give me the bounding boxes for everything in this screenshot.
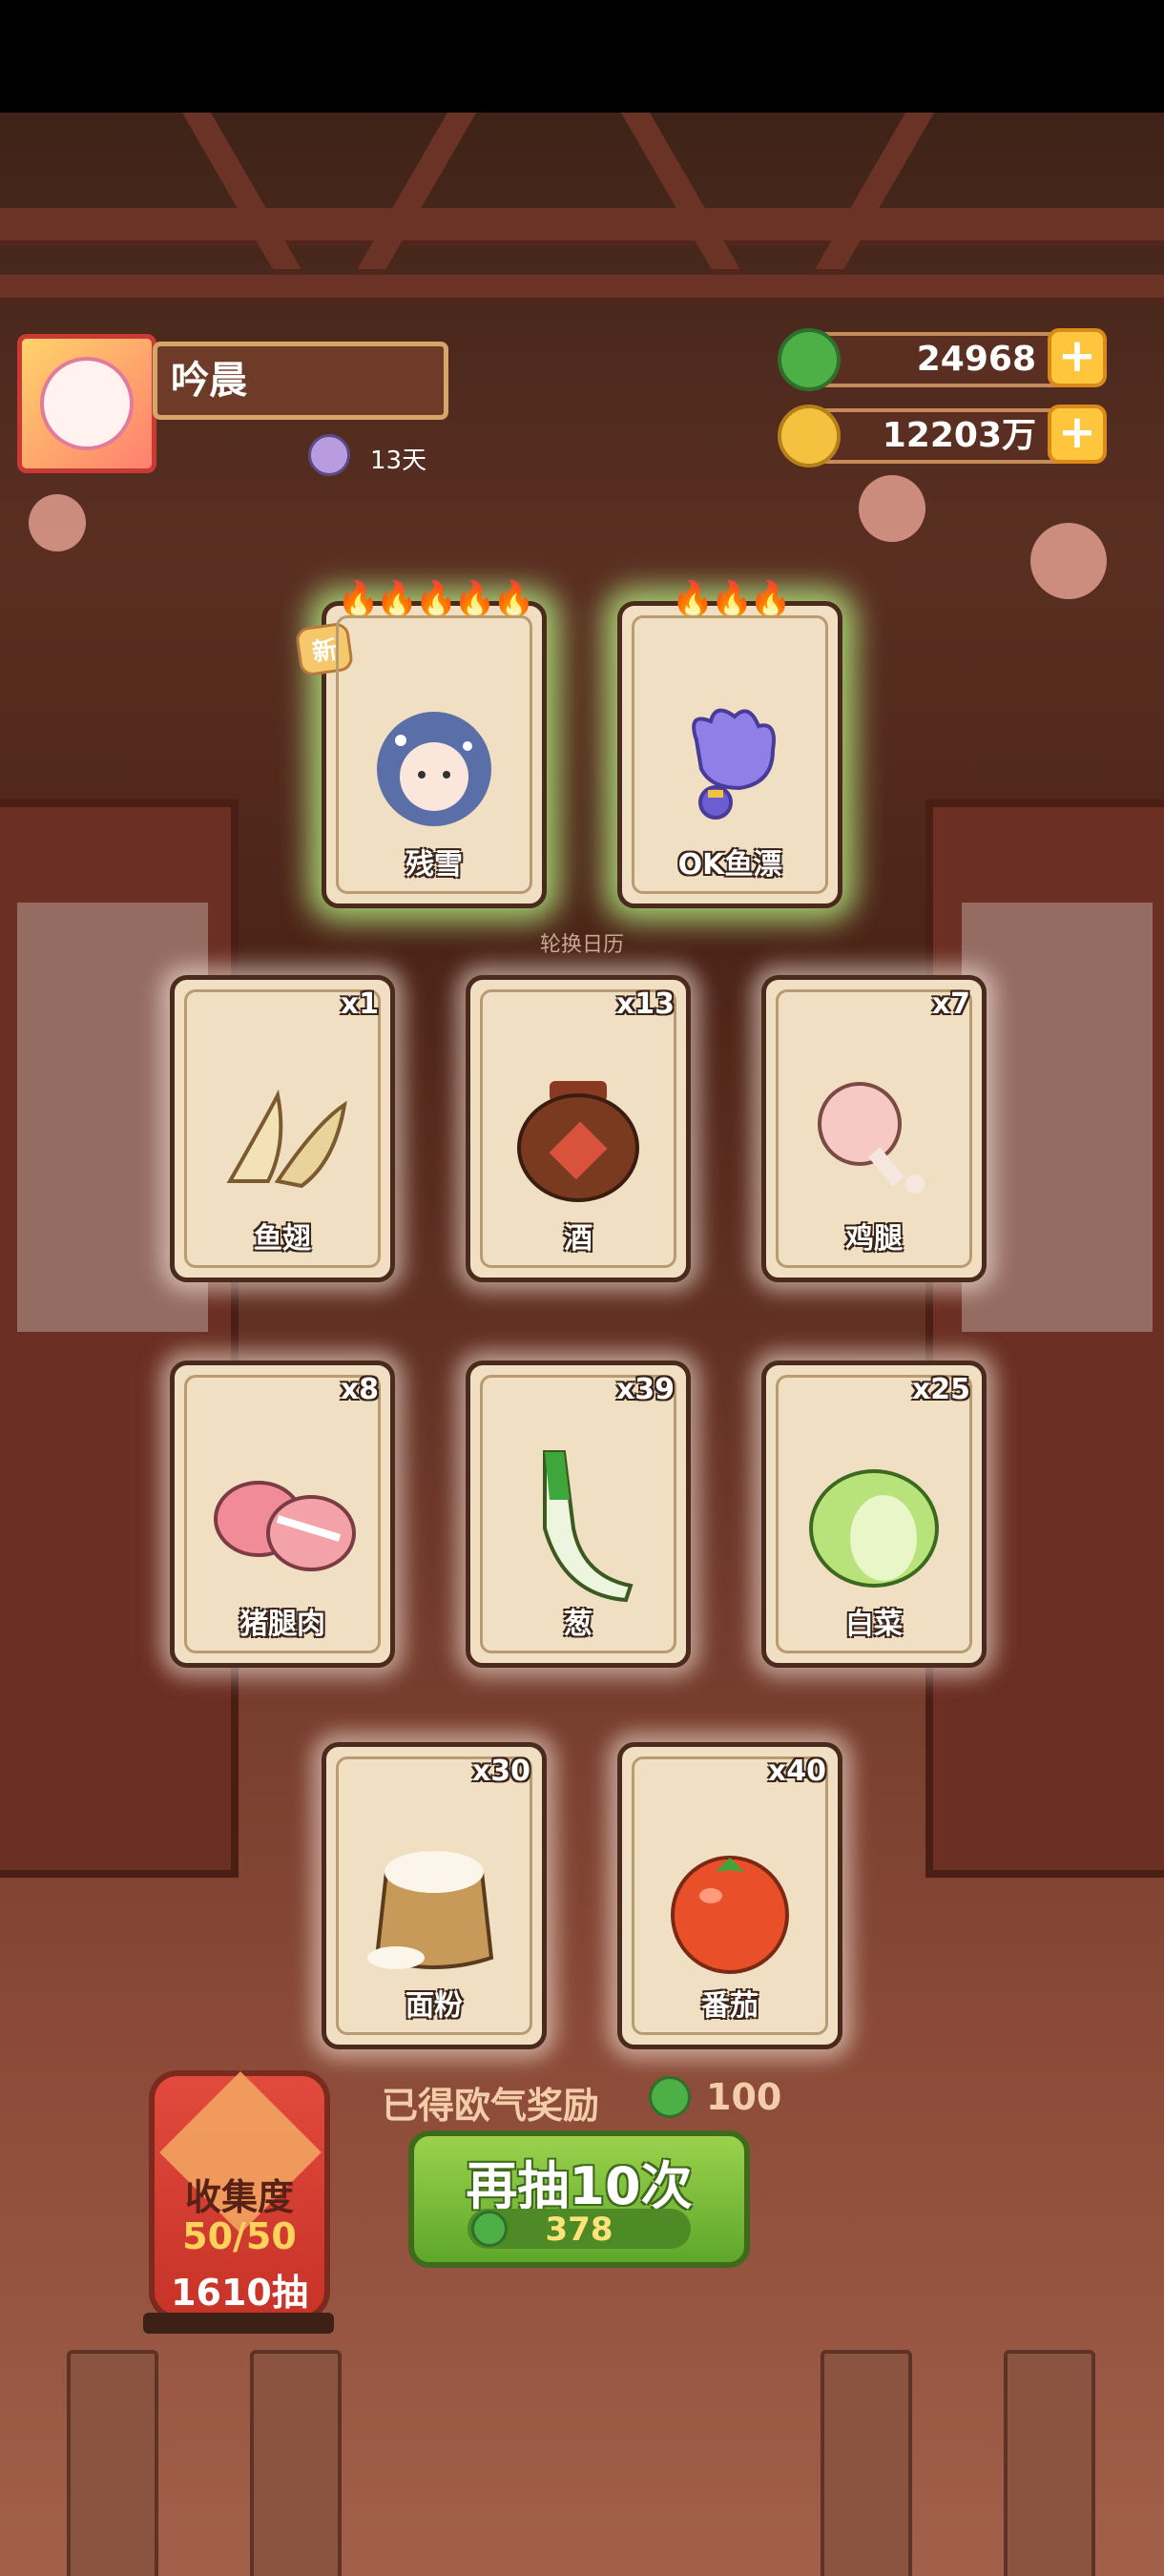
card-count: x39 (615, 1373, 675, 1406)
card-name: 鱼翅 (254, 1222, 311, 1256)
ingredient-card[interactable]: x25 白菜 (761, 1361, 987, 1668)
flame-rating-icon: 🔥🔥🔥🔥🔥 (336, 580, 535, 619)
add-coin-button[interactable]: + (1048, 405, 1107, 464)
reward-label: 已得欧气奖励 (382, 2085, 600, 2127)
ingredient-card[interactable]: x13 酒 (466, 975, 691, 1282)
flour-sack-icon (358, 1834, 510, 1981)
tomato-icon (658, 1834, 801, 1981)
roof-beam (0, 208, 1164, 246)
ingredient-card[interactable]: x1 鱼翅 (170, 975, 395, 1282)
blossom (29, 494, 86, 551)
card-name: OK鱼漂 (677, 848, 782, 882)
snow-spirit-icon (363, 693, 506, 840)
ingredient-card[interactable]: x39 葱 (466, 1361, 691, 1668)
pork-icon (206, 1466, 359, 1585)
blossom (1030, 523, 1107, 599)
flame-rating-icon: 🔥🔥🔥 (671, 580, 792, 619)
fence-post (1004, 2350, 1095, 2576)
companion-avatar-icon (308, 434, 350, 476)
draw-cost: 378 (545, 2211, 613, 2249)
left-door (0, 800, 239, 1878)
card-count: x25 (911, 1373, 970, 1406)
wine-jar-icon (507, 1071, 650, 1209)
card-count: x8 (340, 1373, 379, 1406)
card-name: 猪腿肉 (239, 1608, 325, 1641)
ingredient-card[interactable]: x8 猪腿肉 (170, 1361, 395, 1668)
card-count: x1 (340, 987, 379, 1021)
roof-strut (620, 113, 744, 275)
featured-card-1[interactable]: 🔥🔥🔥🔥🔥 新 残雪 (294, 580, 547, 908)
card-name: 番茄 (701, 1989, 759, 2023)
lantern-stand (143, 2313, 334, 2334)
shark-fin-icon (211, 1076, 354, 1204)
featured-card-2[interactable]: 🔥🔥🔥 OK鱼漂 (617, 580, 842, 908)
add-jade-button[interactable]: + (1048, 328, 1107, 387)
draw-again-button[interactable]: 再抽10次 378 (408, 2130, 750, 2268)
avatar-face-icon (40, 357, 134, 450)
card-name: 残雪 (405, 848, 463, 882)
fence-post (821, 2350, 912, 2576)
roof-strut (181, 113, 305, 275)
card-name: 鸡腿 (845, 1222, 903, 1256)
collection-lantern[interactable]: 收集度 50/50 1610抽 (149, 2070, 330, 2320)
player-name[interactable]: 吟晨 (153, 342, 448, 420)
reward-amount: 100 (706, 2076, 782, 2118)
right-door (925, 800, 1164, 1878)
card-name: 酒 (564, 1222, 592, 1256)
roof-strut (353, 113, 477, 275)
days-counter: 13天 (370, 447, 427, 475)
collection-progress: 50/50 (182, 2215, 297, 2257)
card-name: 葱 (564, 1608, 592, 1641)
roof-strut (811, 113, 935, 275)
coin-icon (778, 405, 841, 467)
card-count: x30 (471, 1755, 530, 1788)
card-name: 白菜 (845, 1608, 903, 1641)
card-count: x7 (931, 987, 970, 1021)
blossom (859, 475, 925, 542)
fence-post (250, 2350, 342, 2576)
card-name: 面粉 (405, 1989, 463, 2023)
ingredient-card[interactable]: x40 番茄 (617, 1742, 842, 2049)
collection-title: 收集度 (184, 2176, 294, 2218)
card-count: x13 (615, 987, 675, 1021)
cabbage-icon (798, 1447, 950, 1604)
rotation-calendar-label[interactable]: 轮换日历 (0, 927, 1164, 958)
ingredient-card[interactable]: x30 面粉 (322, 1742, 547, 2049)
fence-post (67, 2350, 158, 2576)
ingredient-card[interactable]: x7 鸡腿 (761, 975, 987, 1282)
collection-draws: 1610抽 (171, 2272, 308, 2314)
card-count: x40 (767, 1755, 826, 1788)
chicken-leg-icon (802, 1071, 946, 1209)
glove-float-icon (658, 693, 801, 840)
jade-icon (778, 328, 841, 391)
jade-icon (649, 2076, 691, 2118)
scallion-icon (507, 1443, 650, 1609)
player-avatar[interactable] (17, 334, 156, 473)
roof-beam (0, 275, 1164, 303)
